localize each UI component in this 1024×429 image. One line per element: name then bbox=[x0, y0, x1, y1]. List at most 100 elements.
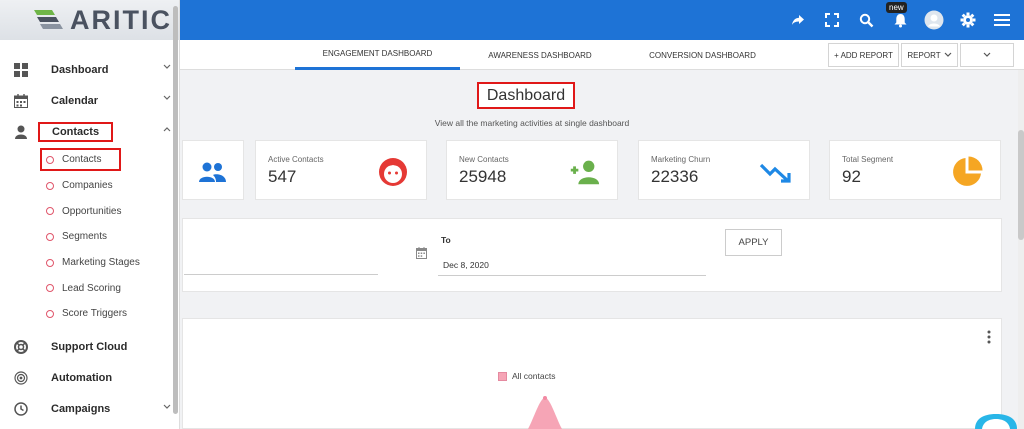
brand-name: ARITIC bbox=[70, 4, 172, 35]
circle-icon bbox=[46, 181, 54, 190]
user-icon bbox=[12, 123, 30, 141]
contacts-submenu: Contacts Companies Opportunities Segment… bbox=[0, 147, 179, 327]
tab-conversion[interactable]: CONVERSION DASHBOARD bbox=[630, 40, 775, 70]
sidebar-item-contacts[interactable]: Contacts bbox=[0, 116, 179, 147]
apply-button[interactable]: APPLY bbox=[725, 229, 782, 256]
calendar-icon bbox=[12, 92, 30, 110]
target-icon bbox=[12, 369, 30, 387]
submenu-item-opportunities[interactable]: Opportunities bbox=[0, 198, 179, 224]
avatar[interactable] bbox=[924, 10, 944, 30]
circle-icon bbox=[46, 232, 54, 241]
sidebar-item-label: Calendar bbox=[51, 94, 99, 107]
menu-icon[interactable] bbox=[992, 10, 1012, 30]
sidebar-item-automation[interactable]: Automation bbox=[0, 363, 179, 394]
submenu-label: Segments bbox=[62, 231, 108, 243]
from-date-field[interactable] bbox=[184, 274, 378, 275]
submenu-item-contacts[interactable]: Contacts bbox=[0, 147, 179, 173]
legend-label: All contacts bbox=[512, 371, 556, 381]
submenu-label: Contacts bbox=[62, 154, 102, 166]
to-label: To bbox=[441, 235, 451, 245]
sidebar-item-label: Contacts bbox=[38, 121, 114, 142]
sidebar-item-dashboard[interactable]: Dashboard bbox=[0, 54, 179, 85]
sidebar-menu: Dashboard Calendar Contacts bbox=[0, 54, 179, 147]
submenu-item-companies[interactable]: Companies bbox=[0, 173, 179, 199]
card-label: Active Contacts bbox=[268, 155, 324, 164]
report-dropdown-label: REPORT bbox=[907, 50, 941, 60]
card-label: New Contacts bbox=[459, 155, 509, 164]
circle-icon bbox=[46, 207, 54, 216]
chat-widget-icon[interactable] bbox=[975, 414, 1017, 429]
sidebar-item-calendar[interactable]: Calendar bbox=[0, 85, 179, 116]
card-total-segment[interactable]: Total Segment 92 bbox=[829, 140, 1001, 200]
sidebar-scrollbar[interactable] bbox=[173, 6, 178, 414]
add-report-button[interactable]: + ADD REPORT bbox=[828, 43, 899, 67]
card-label: Marketing Churn bbox=[651, 155, 711, 164]
card-active-contacts[interactable]: Active Contacts 547 bbox=[255, 140, 427, 200]
tab-awareness[interactable]: AWARENESS DASHBOARD bbox=[470, 40, 610, 70]
chevron-up-icon bbox=[163, 127, 171, 132]
sidebar-item-label: Automation bbox=[51, 372, 113, 385]
more-dropdown[interactable] bbox=[960, 43, 1014, 67]
card-new-contacts[interactable]: New Contacts 25948 bbox=[446, 140, 618, 200]
sidebar-item-label: Support Cloud bbox=[51, 341, 128, 354]
submenu-label: Lead Scoring bbox=[62, 282, 121, 294]
gear-icon[interactable] bbox=[958, 10, 978, 30]
submenu-label: Score Triggers bbox=[62, 308, 128, 320]
sidebar-item-label: Dashboard bbox=[51, 63, 109, 76]
submenu-item-marketing-stages[interactable]: Marketing Stages bbox=[0, 250, 179, 276]
card-value: 25948 bbox=[459, 167, 507, 186]
face-icon bbox=[376, 157, 410, 187]
card-value: 22336 bbox=[651, 167, 699, 186]
chevron-down-icon bbox=[163, 64, 171, 69]
pie-icon bbox=[950, 156, 984, 187]
top-icons: new bbox=[788, 0, 1012, 40]
fullscreen-icon[interactable] bbox=[822, 10, 842, 30]
page-subtitle: View all the marketing activities at sin… bbox=[434, 118, 630, 128]
clock-icon bbox=[12, 400, 30, 418]
page-scrollbar-thumb[interactable] bbox=[1018, 130, 1024, 240]
card-label: Total Segment bbox=[842, 155, 894, 164]
card-value: 92 bbox=[842, 167, 861, 186]
legend-swatch bbox=[498, 371, 507, 381]
page-title: Dashboard bbox=[477, 82, 575, 109]
sidebar: ARITIC Dashboard Calendar Contacts Conta… bbox=[0, 0, 180, 429]
chevron-down-icon bbox=[983, 52, 991, 57]
circle-icon bbox=[46, 309, 54, 318]
users-icon bbox=[195, 157, 229, 187]
report-dropdown[interactable]: REPORT bbox=[901, 43, 958, 67]
trend-down-icon bbox=[759, 157, 793, 187]
submenu-label: Companies bbox=[62, 180, 113, 192]
calendar-icon[interactable] bbox=[416, 246, 427, 264]
circle-icon bbox=[46, 284, 54, 293]
circle-icon bbox=[46, 155, 54, 164]
to-date-underline bbox=[438, 275, 706, 276]
circle-icon bbox=[46, 258, 54, 267]
brand-logo[interactable]: ARITIC bbox=[0, 0, 179, 40]
date-filter-panel bbox=[182, 218, 1002, 292]
kebab-menu-icon[interactable] bbox=[987, 330, 991, 349]
tab-engagement[interactable]: ENGAGEMENT DASHBOARD bbox=[295, 40, 460, 70]
page-scrollbar[interactable] bbox=[1018, 70, 1024, 429]
chevron-down-icon bbox=[944, 52, 952, 57]
search-icon[interactable] bbox=[856, 10, 876, 30]
chart-panel bbox=[182, 318, 1002, 429]
submenu-item-lead-scoring[interactable]: Lead Scoring bbox=[0, 275, 179, 301]
submenu-label: Opportunities bbox=[62, 205, 122, 217]
submenu-item-highlight: Contacts bbox=[40, 148, 122, 172]
submenu-label: Marketing Stages bbox=[62, 257, 140, 269]
sidebar-item-campaigns[interactable]: Campaigns bbox=[0, 394, 179, 425]
contacts-area-series bbox=[528, 396, 562, 429]
chart-legend: All contacts bbox=[498, 371, 555, 381]
chevron-down-icon bbox=[163, 95, 171, 100]
new-badge: new bbox=[886, 2, 907, 13]
add-user-icon bbox=[567, 157, 601, 187]
to-date-value[interactable]: Dec 8, 2020 bbox=[443, 260, 489, 270]
sidebar-item-support-cloud[interactable]: Support Cloud bbox=[0, 332, 179, 363]
share-icon[interactable] bbox=[788, 10, 808, 30]
logo-icon bbox=[34, 10, 63, 29]
card-marketing-churn[interactable]: Marketing Churn 22336 bbox=[638, 140, 810, 200]
dashboard-tabs: ENGAGEMENT DASHBOARD AWARENESS DASHBOARD… bbox=[180, 40, 1024, 70]
submenu-item-score-triggers[interactable]: Score Triggers bbox=[0, 301, 179, 327]
bell-icon[interactable]: new bbox=[886, 2, 910, 30]
submenu-item-segments[interactable]: Segments bbox=[0, 224, 179, 250]
